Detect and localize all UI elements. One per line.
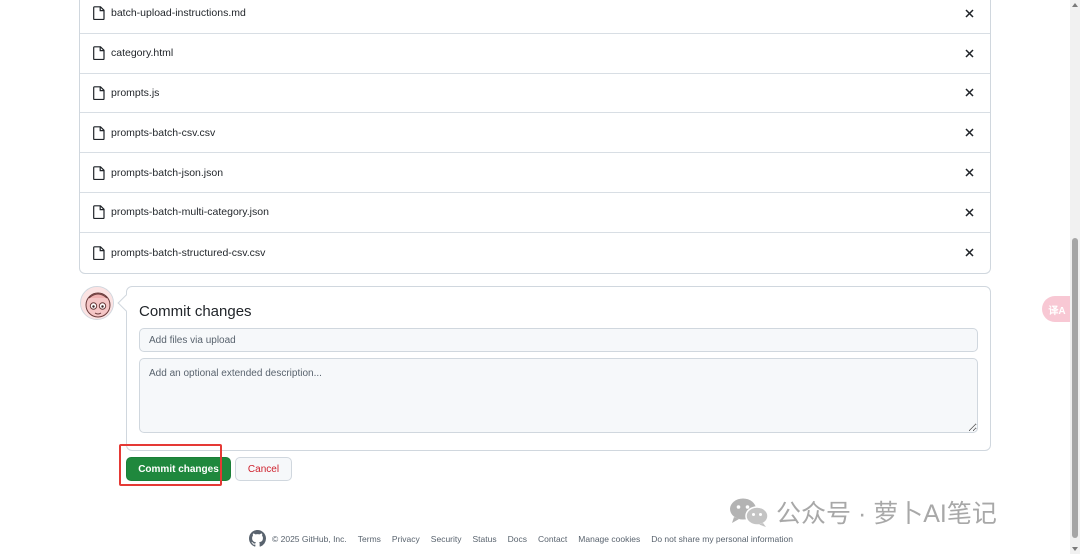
file-name: prompts-batch-csv.csv — [111, 126, 216, 139]
file-row: prompts-batch-structured-csv.csv — [80, 233, 990, 273]
file-row: category.html — [80, 34, 990, 74]
close-icon[interactable] — [962, 166, 976, 180]
file-name: prompts-batch-structured-csv.csv — [111, 246, 266, 259]
file-name: prompts-batch-json.json — [111, 166, 224, 179]
vertical-scrollbar[interactable] — [1070, 0, 1080, 554]
scroll-up-arrow-icon[interactable] — [1072, 3, 1078, 7]
translate-icon: 译A — [1048, 305, 1066, 317]
footer-link-contact[interactable]: Contact — [538, 534, 567, 544]
file-name: category.html — [111, 47, 174, 60]
file-icon — [93, 165, 105, 180]
footer-link-security[interactable]: Security — [431, 534, 462, 544]
file-row: prompts-batch-json.json — [80, 153, 990, 193]
file-icon — [93, 205, 105, 220]
footer-link-privacy[interactable]: Privacy — [392, 534, 420, 544]
footer-link-status[interactable]: Status — [473, 534, 497, 544]
commit-title: Commit changes — [139, 303, 252, 320]
footer-link-manage-cookies[interactable]: Manage cookies — [578, 534, 640, 544]
translate-button[interactable]: 译A — [1042, 296, 1072, 322]
commit-changes-button[interactable]: Commit changes — [126, 457, 231, 481]
scrollbar-thumb[interactable] — [1072, 238, 1078, 538]
file-row: batch-upload-instructions.md — [80, 0, 990, 34]
file-row: prompts-batch-multi-category.json — [80, 193, 990, 233]
watermark: 公众号 · 萝卜AI笔记 — [728, 494, 997, 530]
footer-link-docs[interactable]: Docs — [508, 534, 527, 544]
footer-link-terms[interactable]: Terms — [358, 534, 381, 544]
file-icon — [93, 46, 105, 61]
file-name: batch-upload-instructions.md — [111, 7, 246, 20]
file-icon — [93, 86, 105, 100]
comment-caret — [117, 294, 135, 312]
cancel-button[interactable]: Cancel — [235, 457, 292, 481]
commit-summary-input[interactable] — [139, 328, 978, 352]
close-icon[interactable] — [962, 246, 976, 260]
avatar[interactable] — [80, 286, 114, 320]
close-icon[interactable] — [962, 86, 976, 100]
file-icon — [93, 125, 105, 140]
file-row: prompts-batch-csv.csv — [80, 113, 990, 154]
file-name: prompts.js — [111, 86, 160, 99]
commit-form: Commit changes — [117, 286, 991, 451]
file-row: prompts.js — [80, 74, 990, 114]
footer: © 2025 GitHub, Inc. Terms Privacy Securi… — [249, 530, 804, 547]
file-icon — [93, 6, 105, 21]
file-icon — [93, 245, 105, 260]
close-icon[interactable] — [962, 205, 976, 219]
file-list: batch-upload-instructions.md category.ht… — [79, 0, 991, 274]
github-logo-icon[interactable] — [249, 530, 266, 547]
watermark-text: 公众号 · 萝卜AI笔记 — [776, 500, 997, 528]
close-icon[interactable] — [962, 46, 976, 60]
wechat-icon — [728, 496, 770, 528]
avatar-image — [81, 287, 113, 319]
footer-link-do-not-share[interactable]: Do not share my personal information — [651, 534, 793, 544]
footer-copyright: © 2025 GitHub, Inc. — [272, 533, 347, 544]
scroll-down-arrow-icon[interactable] — [1072, 547, 1078, 551]
commit-description-input[interactable] — [139, 358, 978, 433]
close-icon[interactable] — [962, 126, 976, 140]
close-icon[interactable] — [962, 6, 976, 20]
file-name: prompts-batch-multi-category.json — [111, 206, 269, 219]
